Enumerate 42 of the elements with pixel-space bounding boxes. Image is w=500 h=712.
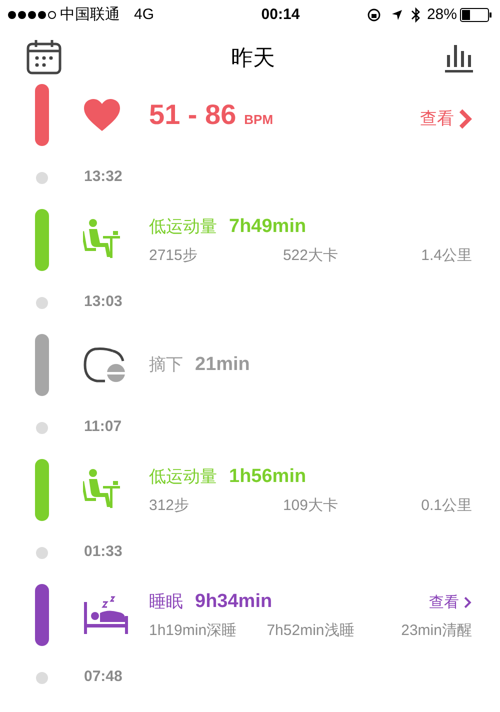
bluetooth-icon (410, 7, 421, 23)
view-link[interactable]: 查看 (429, 592, 472, 614)
chevron-right-icon (458, 108, 472, 130)
carrier-name: 中国联通 (60, 4, 120, 25)
rotation-lock-icon (366, 8, 381, 22)
stat-value: 1h19min深睡 (149, 621, 238, 641)
calendar-icon[interactable] (26, 39, 62, 75)
stat-value: 109大卡 (282, 496, 339, 516)
time-label: 01:33 (84, 542, 122, 562)
stat-value: 23min清醒 (400, 621, 472, 641)
stat-value: 7h52min浅睡 (266, 621, 356, 641)
stat-value: 1.4公里 (420, 246, 472, 266)
event-value: 21min (195, 352, 250, 377)
stat-value: 522大卡 (282, 246, 339, 266)
sleeping-bed-icon (83, 594, 129, 636)
page-title: 昨天 (231, 44, 275, 72)
event-value: 51 - 86 (149, 98, 236, 132)
event-title: 睡眠 (149, 590, 183, 612)
view-link[interactable]: 查看 (420, 106, 472, 132)
heart-icon (83, 98, 121, 132)
chevron-right-icon (463, 596, 472, 610)
event-value: 9h34min (195, 590, 272, 614)
event-value: 1h56min (229, 464, 306, 488)
unit-label: BPM (244, 111, 274, 129)
network-type: 4G (134, 4, 154, 25)
stat-value: 312步 (149, 496, 190, 516)
battery-percent: 28% (426, 4, 457, 25)
band-removed-icon (83, 347, 127, 383)
status-time: 00:14 (260, 4, 300, 25)
event-value: 7h49min (229, 214, 306, 238)
event-title: 摘下 (149, 354, 183, 376)
stat-value: 0.1公里 (420, 496, 472, 516)
stat-value: 2715步 (149, 246, 198, 266)
signal-icon (8, 11, 56, 19)
time-label: 11:07 (84, 417, 122, 438)
battery-icon (460, 8, 492, 22)
time-label: 13:03 (84, 292, 122, 312)
time-label: 07:48 (84, 667, 122, 688)
location-icon (390, 9, 403, 21)
time-label: 13:32 (84, 167, 122, 188)
event-title: 低运动量 (149, 466, 217, 488)
event-title: 低运动量 (149, 216, 217, 238)
